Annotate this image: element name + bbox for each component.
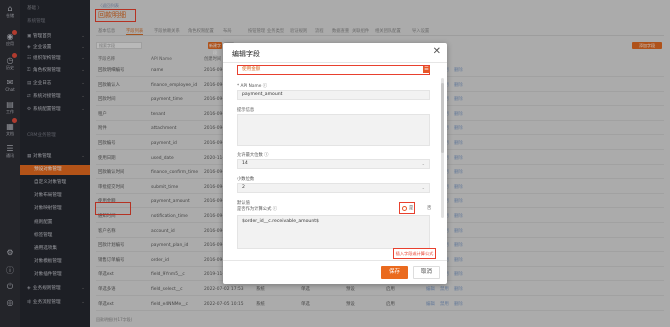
api-name-input[interactable]: payment_amount — [237, 90, 430, 100]
dialog-footer: 保存 取消 — [223, 260, 447, 284]
chevron-down-icon: ⌄ — [421, 161, 425, 166]
hint-label: 提示信息 — [237, 108, 255, 113]
formula-textarea[interactable]: $order_id__c.receivable_amount$ — [237, 215, 430, 249]
max-digits-label: 允许最大位数 ⓘ — [237, 153, 269, 158]
insert-formula-link[interactable]: 插入字段或计算公式 — [393, 248, 436, 259]
radio-yes-icon[interactable] — [402, 206, 407, 211]
close-icon[interactable]: ✕ — [433, 46, 441, 57]
api-name-label: * API Name ⓘ — [237, 84, 268, 89]
cancel-button[interactable]: 取消 — [413, 266, 440, 279]
save-button[interactable]: 保存 — [381, 266, 408, 279]
max-digits-select[interactable]: 14 ⌄ — [237, 159, 430, 169]
language-icon[interactable]: ☰ — [423, 66, 430, 73]
dialog-title: 编辑字段 — [232, 50, 260, 58]
field-name-input[interactable]: 使用金额 — [237, 65, 430, 75]
dialog-scrollbar-thumb[interactable] — [441, 83, 444, 153]
hint-textarea[interactable] — [237, 114, 430, 146]
radio-yes-label[interactable]: 是 — [409, 205, 413, 211]
decimal-places-value: 2 — [242, 185, 245, 190]
formula-toggle-label: 是否作为计算公式 ⓘ — [237, 207, 278, 212]
decimal-places-select[interactable]: 2 ⌄ — [237, 183, 430, 193]
edit-field-dialog: 编辑字段 ✕ 使用金额 ☰ * API Name ⓘ payment_amoun… — [223, 43, 447, 284]
max-digits-value: 14 — [242, 161, 248, 166]
chevron-down-icon: ⌄ — [421, 185, 425, 190]
decimal-places-label: 小数位数 — [237, 177, 255, 182]
radio-no-label[interactable]: 否 — [427, 205, 431, 211]
dialog-header: 编辑字段 ✕ — [223, 43, 447, 63]
dialog-body: 使用金额 ☰ * API Name ⓘ payment_amount 提示信息 … — [223, 63, 447, 260]
